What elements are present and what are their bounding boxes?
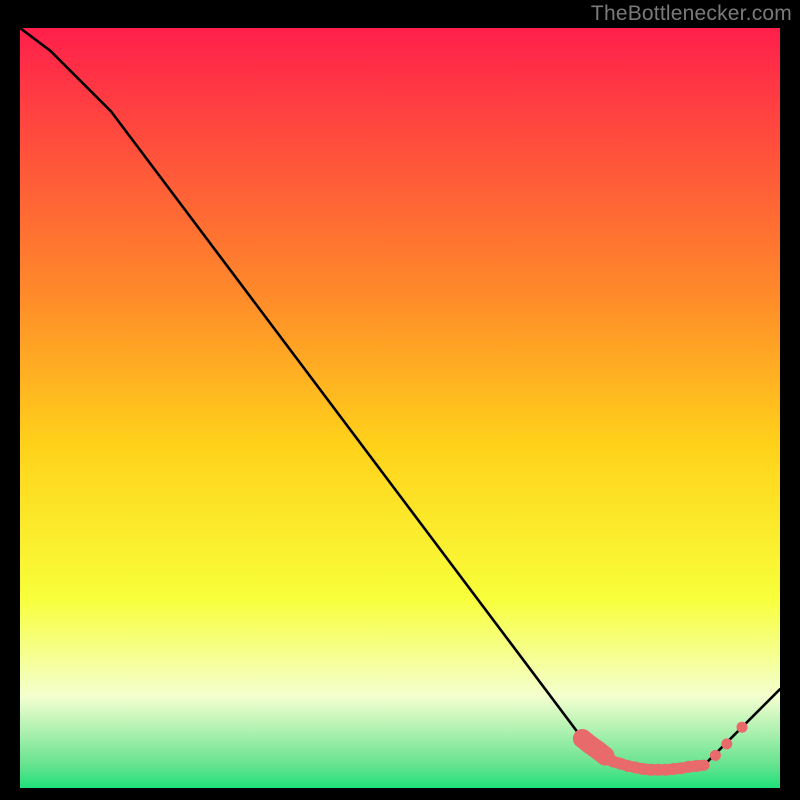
watermark-label: TheBottlenecker.com [591,2,792,26]
plot-area [20,28,780,788]
marker-dot [721,738,732,749]
chart-container: TheBottlenecker.com [0,0,800,800]
chart-svg [20,28,780,788]
marker-dot [699,760,710,771]
marker-dot [737,722,748,733]
marker-dot [710,750,721,761]
